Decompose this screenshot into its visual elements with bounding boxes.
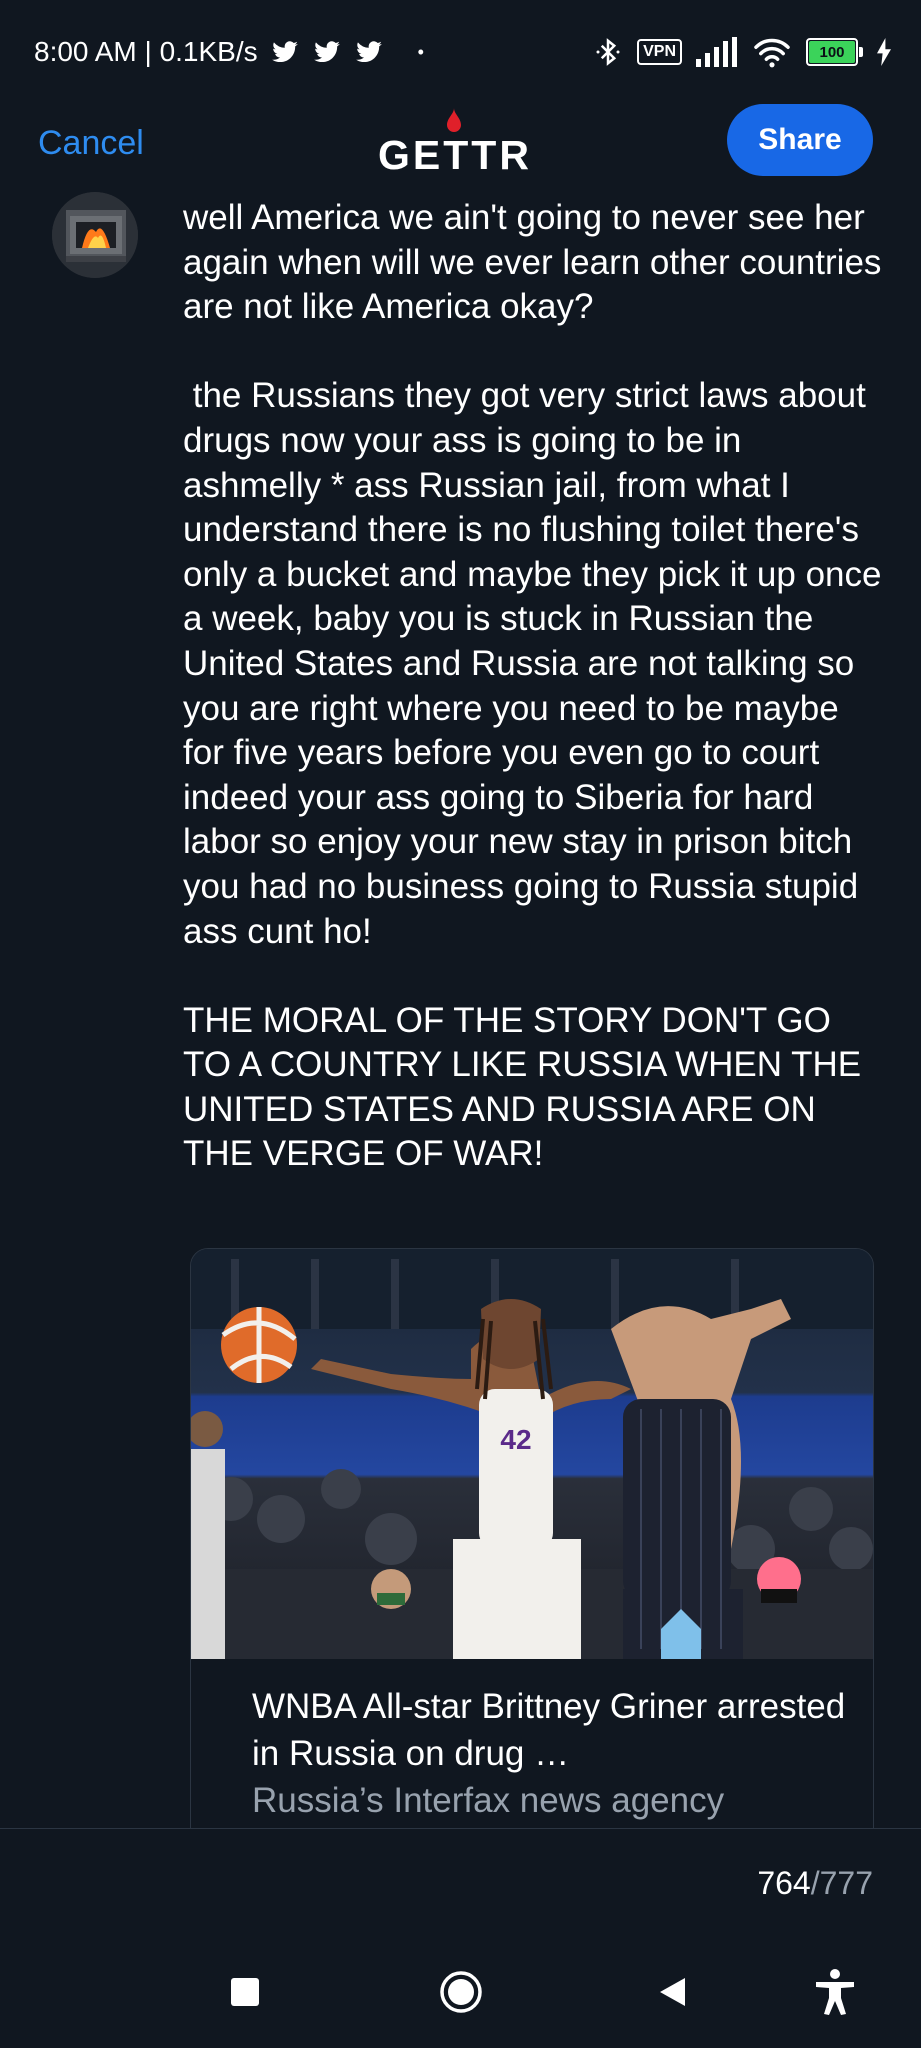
system-nav-bar (0, 1940, 921, 2048)
charging-icon (877, 38, 891, 66)
avatar-image (52, 192, 138, 278)
char-count-separator: / (810, 1865, 820, 1901)
square-icon (231, 1978, 259, 2006)
signal-icon (696, 37, 737, 67)
cancel-button[interactable]: Cancel (38, 124, 144, 163)
link-title[interactable]: WNBA All-star Brittney Griner arrested i… (252, 1683, 852, 1777)
link-preview-image: 42 (191, 1249, 873, 1659)
home-circle-icon (440, 1971, 482, 2013)
vpn-badge: VPN (637, 39, 682, 65)
char-count-used: 764 (757, 1865, 811, 1901)
status-dot: • (417, 41, 424, 62)
back-button[interactable] (642, 1962, 702, 2022)
link-source: Russia’s Interfax news agency (252, 1781, 725, 1820)
status-time: 8:00 AM | 0.1KB/s (34, 36, 258, 67)
compose-header: Cancel GETTR Share (0, 100, 921, 200)
link-preview-card[interactable]: 42 WNBA All-star Brittney Griner arreste… (190, 1248, 874, 1850)
character-counter: 764/777 (757, 1865, 873, 1902)
post-text[interactable]: well America we ain't going to never see… (183, 196, 883, 1177)
back-triangle-icon (660, 1978, 685, 2006)
jersey-number: 42 (500, 1424, 531, 1455)
recents-button[interactable] (215, 1962, 275, 2022)
gettr-logo: GETTR (378, 132, 532, 178)
compose-footer: 764/777 (0, 1828, 921, 1939)
wifi-icon (754, 38, 790, 68)
twitter-icon (313, 41, 340, 63)
home-button[interactable] (431, 1962, 491, 2022)
battery-icon: 100 (806, 38, 863, 66)
char-count-max: 777 (819, 1865, 873, 1901)
status-left: 8:00 AM | 0.1KB/s • (34, 36, 424, 68)
avatar[interactable] (52, 192, 138, 278)
status-right: VPN 100 (593, 36, 891, 68)
accessibility-button[interactable] (805, 1962, 865, 2022)
status-bar: 8:00 AM | 0.1KB/s • VPN 100 (0, 0, 921, 110)
bluetooth-icon (596, 38, 620, 66)
twitter-icon (271, 41, 298, 63)
twitter-icon (355, 41, 382, 63)
share-button[interactable]: Share (727, 104, 873, 176)
logo-flame-icon (447, 108, 461, 132)
accessibility-icon (816, 1969, 854, 2015)
battery-level: 100 (809, 41, 855, 63)
